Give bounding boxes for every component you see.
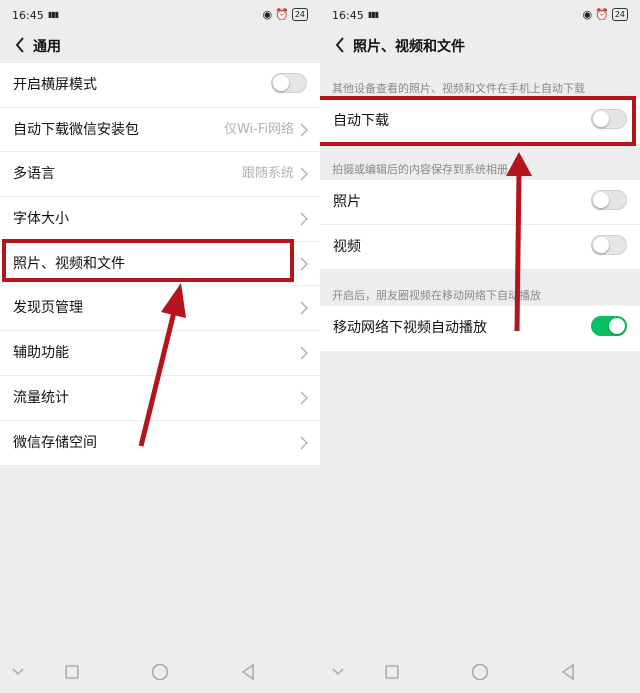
system-nav-bar: [0, 652, 320, 693]
alarm-icon: ⏰: [275, 8, 289, 21]
list-item[interactable]: 自动下载微信安装包 仅Wi-Fi网络: [0, 108, 320, 153]
section-hint: 开启后，朋友圈视频在移动网络下自动播放: [332, 289, 541, 302]
page-title: 照片、视频和文件: [353, 39, 465, 55]
item-value: 仅Wi-Fi网络: [223, 121, 294, 137]
save-photos-toggle[interactable]: [591, 190, 627, 210]
battery-icon: 24: [291, 8, 308, 21]
list-item[interactable]: 照片、视频和文件: [0, 242, 320, 287]
alarm-icon: ⏰: [595, 8, 609, 21]
chevron-right-icon: [300, 212, 308, 226]
save-videos-toggle[interactable]: [591, 234, 627, 255]
item-label: 照片、视频和文件: [13, 255, 125, 272]
list-item[interactable]: 开启横屏模式: [0, 63, 320, 108]
item-value: 跟随系统: [241, 166, 294, 182]
square-icon: [385, 665, 399, 679]
item-label: 自动下载微信安装包: [13, 121, 139, 138]
triangle-back-icon: [241, 664, 254, 680]
list-item[interactable]: 微信存储空间: [0, 421, 320, 466]
nav-down-button[interactable]: [6, 660, 30, 684]
status-bar: 16:45 ▮▮▮ ◉ ⏰ 24: [0, 0, 320, 32]
list-item[interactable]: 字体大小: [0, 197, 320, 242]
list-item[interactable]: 视频: [320, 225, 640, 270]
item-label: 移动网络下视频自动播放: [333, 320, 487, 336]
moments-autoplay-toggle[interactable]: [591, 316, 627, 336]
title-bar: 照片、视频和文件: [320, 32, 640, 60]
item-label: 多语言: [13, 166, 55, 183]
chevron-right-icon: [300, 301, 308, 315]
item-label: 字体大小: [13, 211, 69, 228]
triangle-back-icon: [561, 664, 574, 680]
nav-recents-button[interactable]: [380, 660, 404, 684]
status-bar: 16:45 ▮▮▮ ◉ ⏰ 24: [320, 0, 640, 32]
toggle-knob: [593, 236, 609, 253]
status-icons: ◉ ⏰ 24: [582, 8, 628, 21]
item-label: 视频: [333, 238, 361, 255]
nav-back-button[interactable]: [236, 660, 260, 684]
chevron-right-icon: [300, 123, 308, 137]
nav-recents-button[interactable]: [60, 660, 84, 684]
eye-care-icon: ◉: [582, 8, 593, 21]
list-item[interactable]: 照片: [320, 180, 640, 225]
settings-group: 移动网络下视频自动播放: [320, 306, 640, 351]
general-settings-screen: 16:45 ▮▮▮ ◉ ⏰ 24 通用 开启横屏模式自动下载微信安装包 仅Wi-F…: [0, 0, 320, 693]
settings-list: 开启横屏模式自动下载微信安装包 仅Wi-Fi网络多语言 跟随系统字体大小照片、视频和…: [0, 63, 320, 466]
signal-icon: ▮▮▮: [48, 10, 59, 19]
nav-back-button[interactable]: [556, 660, 580, 684]
item-label: 流量统计: [13, 389, 69, 406]
media-settings-screen: 16:45 ▮▮▮ ◉ ⏰ 24 照片、视频和文件 其他设备查看的照片、视频和文…: [320, 0, 640, 693]
back-button[interactable]: [330, 34, 350, 56]
chevron-right-icon: [300, 391, 308, 405]
item-label: 开启横屏模式: [13, 77, 97, 93]
list-item[interactable]: 自动下载: [320, 99, 640, 144]
chevron-right-icon: [300, 167, 308, 181]
settings-group: 照片 视频: [320, 180, 640, 270]
landscape-mode-toggle[interactable]: [271, 73, 307, 93]
item-label: 发现页管理: [13, 300, 83, 317]
chevron-down-icon: [332, 668, 344, 676]
back-button[interactable]: [10, 34, 30, 56]
toggle-knob: [593, 111, 609, 127]
chevron-right-icon: [300, 435, 308, 450]
page-title: 通用: [33, 39, 61, 55]
auto-download-toggle[interactable]: [591, 109, 627, 129]
battery-icon: 24: [611, 8, 628, 21]
nav-home-button[interactable]: [468, 660, 492, 684]
toggle-knob: [593, 192, 609, 208]
list-item[interactable]: 移动网络下视频自动播放: [320, 306, 640, 351]
item-label: 照片: [333, 194, 361, 210]
nav-home-button[interactable]: [148, 660, 172, 684]
chevron-down-icon: [12, 668, 24, 676]
signal-icon: ▮▮▮: [368, 10, 379, 19]
chevron-right-icon: [300, 257, 308, 271]
title-bar: 通用: [0, 32, 320, 60]
nav-down-button[interactable]: [326, 660, 350, 684]
section-hint: 拍摄或编辑后的内容保存到系统相册: [332, 163, 508, 176]
status-time: 16:45: [332, 9, 364, 22]
item-label: 辅助功能: [13, 345, 69, 362]
toggle-knob: [273, 75, 289, 91]
section-hint: 其他设备查看的照片、视频和文件在手机上自动下载: [332, 82, 585, 95]
eye-care-icon: ◉: [262, 8, 273, 21]
status-time: 16:45: [12, 9, 44, 22]
item-label: 自动下载: [333, 113, 389, 129]
chevron-right-icon: [300, 346, 308, 360]
system-nav-bar: [320, 652, 640, 693]
item-label: 微信存储空间: [13, 434, 97, 451]
circle-icon: [151, 663, 169, 681]
square-icon: [65, 665, 79, 679]
status-icons: ◉ ⏰ 24: [262, 8, 308, 21]
chevron-left-icon: [15, 37, 24, 53]
list-item[interactable]: 辅助功能: [0, 331, 320, 376]
list-item[interactable]: 流量统计: [0, 376, 320, 421]
settings-group: 自动下载: [320, 99, 640, 144]
toggle-knob: [609, 318, 625, 334]
chevron-left-icon: [335, 37, 344, 53]
list-item[interactable]: 发现页管理: [0, 286, 320, 332]
list-item[interactable]: 多语言 跟随系统: [0, 152, 320, 198]
circle-icon: [471, 663, 489, 681]
